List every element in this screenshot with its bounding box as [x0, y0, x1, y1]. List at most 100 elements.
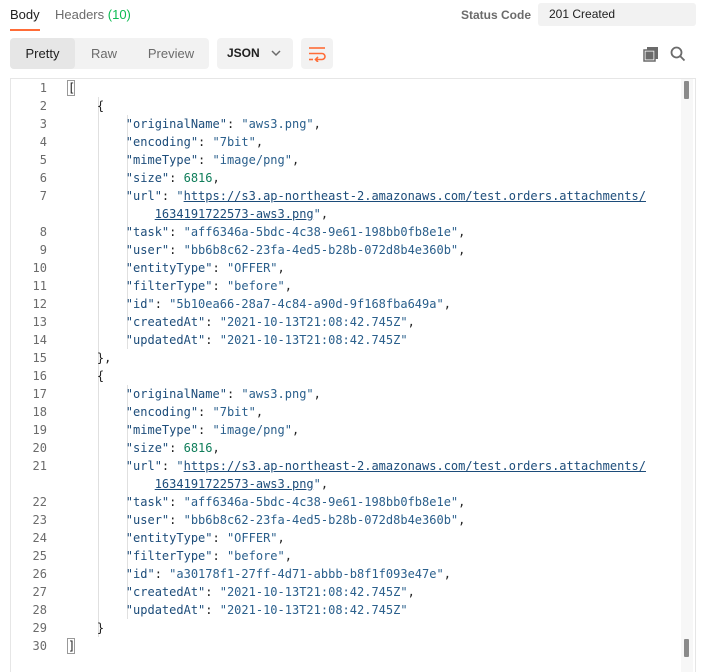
json-punctuation [68, 333, 126, 347]
code-line: 23 "user": "bb6b8c62-23fa-4ed5-b28b-072d… [11, 511, 681, 529]
json-key: "encoding" [125, 405, 199, 419]
json-string: "7bit" [212, 405, 256, 419]
code-text: "encoding": "7bit", [68, 403, 263, 421]
line-number: 12 [32, 297, 47, 311]
json-string: "image/png" [212, 153, 292, 167]
code-text: "url": "https://s3.ap-northeast-2.amazon… [68, 457, 646, 475]
json-punctuation: , [443, 567, 451, 581]
scrollbar-thumb[interactable] [684, 81, 689, 99]
json-string: "aws3.png" [241, 387, 314, 401]
wrap-lines-button[interactable] [301, 38, 333, 69]
json-key: "task" [125, 495, 170, 509]
tab-body[interactable]: Body [10, 7, 40, 23]
code-text: "mimeType": "image/png", [68, 151, 299, 169]
json-punctuation: , [212, 441, 220, 455]
code-line: 22 "task": "aff6346a-5bdc-4c38-9e61-198b… [11, 493, 681, 511]
response-body-editor[interactable]: 1[2 {3 "originalName": "aws3.png", 4 "enc… [10, 78, 696, 672]
copy-icon[interactable] [643, 46, 660, 62]
code-text: "user": "bb6b8c62-23fa-4ed5-b28b-072d8b4… [68, 241, 466, 259]
code-line: 1[ [11, 79, 681, 97]
json-key: "url" [125, 459, 162, 473]
line-number: 6 [39, 171, 47, 185]
chevron-down-icon [271, 50, 281, 57]
code-text: "updatedAt": "2021-10-13T21:08:42.745Z" [68, 601, 408, 619]
status-code-value: 201 Created [538, 3, 696, 26]
code-text: [ [68, 79, 75, 97]
code-text: 1634191722573-aws3.png", [68, 205, 328, 223]
json-punctuation [68, 477, 155, 491]
json-punctuation: { [68, 99, 105, 113]
json-string: "bb6b8c62-23fa-4ed5-b28b-072d8b4e360b" [183, 513, 459, 527]
code-line: 19 "mimeType": "image/png", [11, 421, 681, 439]
json-punctuation: : [169, 495, 184, 509]
code-text: "task": "aff6346a-5bdc-4c38-9e61-198bb0f… [68, 493, 466, 511]
line-number: 11 [32, 279, 47, 293]
code-line: 9 "user": "bb6b8c62-23fa-4ed5-b28b-072d8… [11, 241, 681, 259]
line-number: 1 [39, 81, 47, 95]
url-link[interactable]: https://s3.ap-northeast-2.amazonaws.com/… [184, 459, 646, 473]
json-punctuation: , [291, 153, 300, 167]
code-line: 25 "filterType": "before", [11, 547, 681, 565]
json-punctuation [68, 531, 126, 545]
json-punctuation: : [198, 135, 213, 149]
json-punctuation: : [169, 243, 184, 257]
json-punctuation: : [226, 117, 242, 131]
json-string: " [313, 207, 321, 221]
json-punctuation: , [277, 531, 285, 545]
format-select[interactable]: JSON [217, 38, 293, 69]
code-line: 27 "createdAt": "2021-10-13T21:08:42.745… [11, 583, 681, 601]
json-punctuation: , [320, 207, 329, 221]
json-string: "5b10ea66-28a7-4c84-a90d-9f168fba649a" [169, 297, 444, 311]
json-punctuation: , [277, 261, 285, 275]
code-line: 24 "entityType": "OFFER", [11, 529, 681, 547]
json-punctuation: , [458, 495, 466, 509]
json-punctuation: , [458, 513, 466, 527]
json-key: "updatedAt" [125, 603, 206, 617]
line-number: 14 [32, 333, 47, 347]
code-text: "task": "aff6346a-5bdc-4c38-9e61-198bb0f… [68, 223, 466, 241]
line-number: 16 [32, 369, 47, 383]
code-line: 8 "task": "aff6346a-5bdc-4c38-9e61-198bb… [11, 223, 681, 241]
json-punctuation: , [255, 405, 264, 419]
json-string: "2021-10-13T21:08:42.745Z" [219, 585, 408, 599]
code-line: 10 "entityType": "OFFER", [11, 259, 681, 277]
json-key: "encoding" [125, 135, 199, 149]
line-number: 3 [39, 117, 47, 131]
line-number: 22 [32, 495, 47, 509]
json-punctuation: : [198, 423, 213, 437]
json-string: "bb6b8c62-23fa-4ed5-b28b-072d8b4e360b" [183, 243, 459, 257]
json-key: "task" [125, 225, 170, 239]
code-line: 17 "originalName": "aws3.png", [11, 385, 681, 403]
line-number: 2 [39, 99, 47, 113]
json-punctuation [68, 495, 126, 509]
line-number: 5 [39, 153, 47, 167]
url-link[interactable]: 1634191722573-aws3.png [155, 207, 314, 221]
pretty-button[interactable]: Pretty [10, 38, 75, 69]
json-key: "filterType" [125, 549, 213, 563]
code-line: 29 } [11, 619, 681, 637]
line-number: 18 [32, 405, 47, 419]
vertical-scrollbar[interactable] [681, 79, 693, 672]
json-punctuation: , [291, 423, 300, 437]
url-link[interactable]: 1634191722573-aws3.png [155, 477, 314, 491]
json-key: "createdAt" [125, 315, 206, 329]
code-line: 18 "encoding": "7bit", [11, 403, 681, 421]
tab-headers[interactable]: Headers (10) [55, 7, 131, 23]
json-punctuation [68, 603, 126, 617]
code-text: 1634191722573-aws3.png", [68, 475, 328, 493]
json-punctuation: , [320, 477, 329, 491]
preview-button[interactable]: Preview [136, 38, 206, 69]
json-string: "before" [226, 279, 285, 293]
raw-button[interactable]: Raw [80, 38, 128, 69]
json-string: " [176, 189, 184, 203]
url-link[interactable]: https://s3.ap-northeast-2.amazonaws.com/… [184, 189, 646, 203]
line-number: 17 [32, 387, 47, 401]
json-punctuation: ] [68, 639, 76, 653]
search-icon[interactable] [670, 46, 686, 62]
json-key: "entityType" [125, 261, 213, 275]
json-punctuation: } [68, 621, 105, 635]
code-text: ] [68, 637, 75, 655]
json-punctuation [68, 153, 126, 167]
json-punctuation [68, 261, 126, 275]
line-number: 7 [39, 189, 47, 203]
